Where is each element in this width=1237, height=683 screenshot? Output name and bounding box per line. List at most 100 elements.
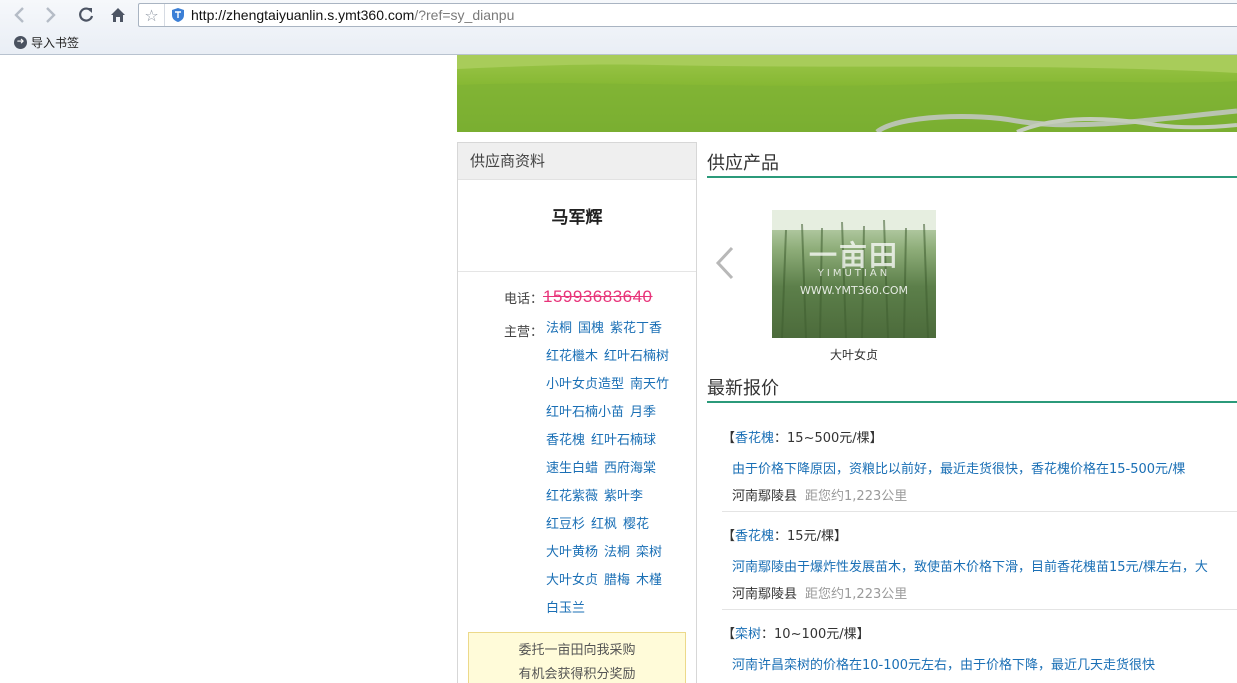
- quote-meta: 河南鄢陵县 距您约1,223公里: [722, 583, 1237, 602]
- quote-item[interactable]: 【香花槐：15元/棵】 河南鄢陵由于爆炸性发展苗木，致使苗木价格下滑，目前香花槐…: [722, 525, 1237, 602]
- home-icon[interactable]: [105, 3, 131, 27]
- products-title-underline: [707, 176, 1237, 178]
- main-business-link[interactable]: 红叶石楠球: [591, 433, 656, 448]
- quote-price: ：10~100元/棵: [761, 627, 857, 642]
- quote-title: 【香花槐：15~500元/棵】: [722, 427, 1237, 446]
- main-business-link[interactable]: 腊梅: [604, 573, 630, 588]
- main-business-line: 大叶女贞 腊梅 木槿: [546, 571, 694, 599]
- quote-distance: 距您约1,223公里: [805, 587, 908, 602]
- main-business-line: 香花槐 红叶石楠球: [546, 431, 694, 459]
- bookmark-star-icon[interactable]: ☆: [139, 4, 165, 26]
- main-business-link[interactable]: 速生白蜡: [546, 461, 598, 476]
- main-business-link[interactable]: 樱花: [623, 517, 649, 532]
- main-business-link[interactable]: 小叶女贞造型: [546, 377, 624, 392]
- shop-banner-image: [457, 55, 1237, 132]
- main-business-link[interactable]: 西府海棠: [604, 461, 656, 476]
- main-business-line: 法桐 国槐 紫花丁香: [546, 319, 694, 347]
- url-path: /?ref=sy_dianpu: [414, 7, 515, 23]
- main-business-link[interactable]: 法桐: [604, 545, 630, 560]
- main-business-line: 大叶黄杨 法桐 栾树: [546, 543, 694, 571]
- main-business-link[interactable]: 法桐: [546, 321, 572, 336]
- main-business-link[interactable]: 紫叶李: [604, 489, 643, 504]
- main-business-line: 小叶女贞造型 南天竹: [546, 375, 694, 403]
- main-business-link[interactable]: 红豆杉: [546, 517, 585, 532]
- main-business-link[interactable]: 红叶石楠小苗: [546, 405, 624, 420]
- quote-separator: [722, 511, 1237, 512]
- quote-description[interactable]: 河南许昌栾树的价格在10-100元左右，由于价格下降，最近几天走货很快: [722, 654, 1237, 673]
- main-business-link[interactable]: 紫花丁香: [610, 321, 662, 336]
- phone-row: 电话： 15993683640: [504, 287, 653, 307]
- quote-product-name[interactable]: 香花槐: [735, 529, 774, 544]
- quote-description[interactable]: 河南鄢陵由于爆炸性发展苗木，致使苗木价格下滑，目前香花槐苗15元/棵左右，大: [722, 556, 1237, 575]
- products-section-title: 供应产品: [707, 153, 779, 174]
- browser-toolbar: ☆ http://zhengtaiyuanlin.s.ymt360.com/?r…: [0, 0, 1237, 55]
- url-text[interactable]: http://zhengtaiyuanlin.s.ymt360.com/?ref…: [191, 7, 514, 23]
- import-arrow-icon: ➜: [14, 35, 27, 49]
- main-business-link[interactable]: 红花檵木: [546, 349, 598, 364]
- main-business-link[interactable]: 红叶石楠树: [604, 349, 669, 364]
- main-business-line: 红豆杉 红枫 樱花: [546, 515, 694, 543]
- bookmark-label: 导入书签: [31, 35, 80, 50]
- main-business-line: 红花紫薇 紫叶李: [546, 487, 694, 515]
- main-business-line: 红叶石楠小苗 月季: [546, 403, 694, 431]
- entrust-line-2: 有机会获得积分奖励: [518, 667, 636, 682]
- carousel-prev-icon[interactable]: [714, 246, 736, 280]
- forward-icon[interactable]: [38, 3, 64, 27]
- main-business-link[interactable]: 月季: [630, 405, 656, 420]
- address-bar[interactable]: ☆ http://zhengtaiyuanlin.s.ymt360.com/?r…: [138, 3, 1237, 27]
- quote-product-name[interactable]: 香花槐: [735, 431, 774, 446]
- main-business-list: 法桐 国槐 紫花丁香 红花檵木 红叶石楠树 小叶女贞造型 南天竹 红叶石楠小苗 月季 香花槐 红叶石…: [546, 319, 694, 627]
- main-business-link[interactable]: 南天竹: [630, 377, 669, 392]
- bookmark-item-import[interactable]: ➜ 导入书签: [14, 34, 79, 50]
- main-business-link[interactable]: 国槐: [578, 321, 604, 336]
- main-business-line: 红花檵木 红叶石楠树: [546, 347, 694, 375]
- quotes-title-underline: [707, 401, 1237, 403]
- quote-product-name[interactable]: 栾树: [735, 627, 761, 642]
- security-shield-icon: [172, 8, 184, 22]
- quote-location: 河南鄢陵县: [732, 489, 798, 504]
- main-business-link[interactable]: 大叶女贞: [546, 573, 598, 588]
- main-business-link[interactable]: 红枫: [591, 517, 617, 532]
- product-name[interactable]: 大叶女贞: [772, 346, 936, 363]
- product-image[interactable]: 一亩田 YIMUTIAN WWW.YMT360.COM: [772, 210, 936, 338]
- main-business-link[interactable]: 香花槐: [546, 433, 585, 448]
- quote-bracket-close: 】: [856, 627, 870, 642]
- quote-title: 【栾树：10~100元/棵】: [722, 623, 1237, 642]
- quote-bracket-open: 【: [722, 431, 736, 446]
- product-watermark-url: WWW.YMT360.COM: [799, 284, 909, 297]
- main-business-link[interactable]: 大叶黄杨: [546, 545, 598, 560]
- quote-title: 【香花槐：15元/棵】: [722, 525, 1237, 544]
- main-business-line: 白玉兰: [546, 599, 694, 627]
- main-business-link[interactable]: 木槿: [636, 573, 662, 588]
- reload-icon[interactable]: [73, 3, 99, 27]
- url-host: http://zhengtaiyuanlin.s.ymt360.com: [191, 7, 415, 23]
- supplier-panel-title: 供应商资料: [458, 143, 696, 180]
- quote-separator: [722, 609, 1237, 610]
- quote-item[interactable]: 【香花槐：15~500元/棵】 由于价格下降原因，资粮比以前好，最近走货很快，香…: [722, 427, 1237, 504]
- main-business-link[interactable]: 白玉兰: [546, 601, 585, 616]
- supplier-name: 马军辉: [551, 208, 603, 228]
- panel-divider: [458, 271, 696, 272]
- phone-number[interactable]: 15993683640: [543, 287, 653, 307]
- phone-label: 电话：: [504, 291, 544, 307]
- quote-price: ：15~500元/棵: [774, 431, 870, 446]
- entrust-line-1: 委托一亩田向我采购: [518, 643, 636, 658]
- quote-bracket-open: 【: [722, 627, 736, 642]
- quote-bracket-open: 【: [722, 529, 736, 544]
- quote-price: ：15元/棵: [774, 529, 834, 544]
- quote-description[interactable]: 由于价格下降原因，资粮比以前好，最近走货很快，香花槐价格在15-500元/棵: [722, 458, 1237, 477]
- back-icon[interactable]: [6, 3, 32, 27]
- supplier-panel: 供应商资料 马军辉 电话： 15993683640 主营： 法桐 国槐 紫花丁香 红花…: [457, 142, 697, 683]
- entrust-purchase-box[interactable]: 委托一亩田向我采购 有机会获得积分奖励: [468, 632, 686, 683]
- quote-location: 河南鄢陵县: [732, 587, 798, 602]
- quote-bracket-close: 】: [833, 529, 847, 544]
- main-business-link[interactable]: 红花紫薇: [546, 489, 598, 504]
- quote-bracket-close: 】: [869, 431, 883, 446]
- main-business-label: 主营：: [504, 325, 544, 340]
- main-business-link[interactable]: 栾树: [636, 545, 662, 560]
- product-watermark-sub: YIMUTIAN: [817, 268, 891, 279]
- quote-item[interactable]: 【栾树：10~100元/棵】 河南许昌栾树的价格在10-100元左右，由于价格下…: [722, 623, 1237, 673]
- main-business-line: 速生白蜡 西府海棠: [546, 459, 694, 487]
- quote-distance: 距您约1,223公里: [805, 489, 908, 504]
- quotes-section-title: 最新报价: [707, 378, 779, 399]
